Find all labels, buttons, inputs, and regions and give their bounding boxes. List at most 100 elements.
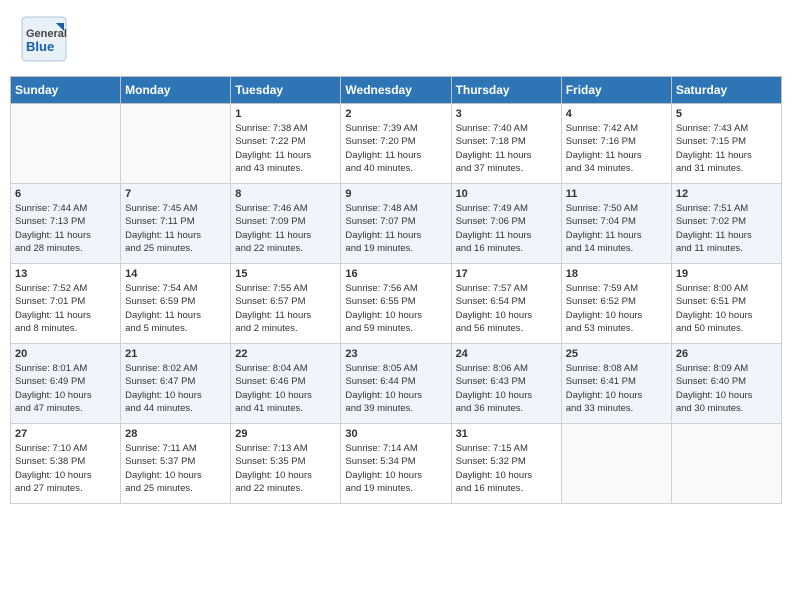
- day-info: Sunrise: 8:02 AMSunset: 6:47 PMDaylight:…: [125, 362, 226, 415]
- day-number: 9: [345, 188, 446, 200]
- calendar-cell: 20Sunrise: 8:01 AMSunset: 6:49 PMDayligh…: [11, 344, 121, 424]
- day-info: Sunrise: 8:06 AMSunset: 6:43 PMDaylight:…: [456, 362, 557, 415]
- calendar-cell: 26 Sunrise: 8:09 AMSunset: 6:40 PMDayligh…: [671, 344, 781, 424]
- day-info: Sunrise: 7:15 AMSunset: 5:32 PMDaylight:…: [456, 442, 557, 495]
- day-number: 22: [235, 348, 336, 360]
- calendar-cell: 25 Sunrise: 8:08 AMSunset: 6:41 PMDayligh…: [561, 344, 671, 424]
- day-info: Sunrise: 7:59 AMSunset: 6:52 PMDaylight:…: [566, 282, 667, 335]
- logo: General Blue: [20, 15, 68, 63]
- day-number: 2: [345, 108, 446, 120]
- day-number: 1: [235, 108, 336, 120]
- day-number: 18: [566, 268, 667, 280]
- day-info: Sunrise: 7:57 AMSunset: 6:54 PMDaylight:…: [456, 282, 557, 335]
- day-info: Sunrise: 7:40 AMSunset: 7:18 PMDaylight:…: [456, 122, 557, 175]
- day-number: 24: [456, 348, 557, 360]
- day-info: Sunrise: 7:13 AMSunset: 5:35 PMDaylight:…: [235, 442, 336, 495]
- day-number: 25: [566, 348, 667, 360]
- calendar-cell: 4 Sunrise: 7:42 AMSunset: 7:16 PMDaylight…: [561, 104, 671, 184]
- day-info: Sunrise: 7:43 AMSunset: 7:15 PMDaylight:…: [676, 122, 777, 175]
- calendar-cell: [561, 424, 671, 504]
- day-number: 30: [345, 428, 446, 440]
- calendar-cell: 12Sunrise: 7:51 AMSunset: 7:02 PMDayligh…: [671, 184, 781, 264]
- calendar-cell: 16Sunrise: 7:56 AMSunset: 6:55 PMDayligh…: [341, 264, 451, 344]
- day-info: Sunrise: 7:52 AMSunset: 7:01 PMDaylight:…: [15, 282, 116, 335]
- col-header-tuesday: Tuesday: [231, 77, 341, 104]
- day-info: Sunrise: 7:14 AMSunset: 5:34 PMDaylight:…: [345, 442, 446, 495]
- calendar-cell: 30 Sunrise: 7:14 AMSunset: 5:34 PMDayligh…: [341, 424, 451, 504]
- calendar-table: SundayMondayTuesdayWednesdayThursdayFrid…: [10, 76, 782, 504]
- calendar-cell: 15 Sunrise: 7:55 AMSunset: 6:57 PMDayligh…: [231, 264, 341, 344]
- day-number: 4: [566, 108, 667, 120]
- day-number: 3: [456, 108, 557, 120]
- calendar-cell: 18 Sunrise: 7:59 AMSunset: 6:52 PMDayligh…: [561, 264, 671, 344]
- calendar-week-row: 6Sunrise: 7:44 AMSunset: 7:13 PMDaylight…: [11, 184, 782, 264]
- day-number: 21: [125, 348, 226, 360]
- day-number: 10: [456, 188, 557, 200]
- day-info: Sunrise: 7:54 AMSunset: 6:59 PMDaylight:…: [125, 282, 226, 335]
- day-info: Sunrise: 7:45 AMSunset: 7:11 PMDaylight:…: [125, 202, 226, 255]
- calendar-cell: [121, 104, 231, 184]
- day-number: 17: [456, 268, 557, 280]
- day-info: Sunrise: 8:05 AMSunset: 6:44 PMDaylight:…: [345, 362, 446, 415]
- calendar-cell: 14Sunrise: 7:54 AMSunset: 6:59 PMDayligh…: [121, 264, 231, 344]
- day-number: 15: [235, 268, 336, 280]
- col-header-friday: Friday: [561, 77, 671, 104]
- calendar-cell: 31 Sunrise: 7:15 AMSunset: 5:32 PMDayligh…: [451, 424, 561, 504]
- day-info: Sunrise: 7:56 AMSunset: 6:55 PMDaylight:…: [345, 282, 446, 335]
- day-number: 13: [15, 268, 116, 280]
- day-info: Sunrise: 7:38 AMSunset: 7:22 PMDaylight:…: [235, 122, 336, 175]
- day-number: 28: [125, 428, 226, 440]
- calendar-cell: 9 Sunrise: 7:48 AMSunset: 7:07 PMDaylight…: [341, 184, 451, 264]
- day-info: Sunrise: 7:44 AMSunset: 7:13 PMDaylight:…: [15, 202, 116, 255]
- day-number: 20: [15, 348, 116, 360]
- calendar-cell: 11Sunrise: 7:50 AMSunset: 7:04 PMDayligh…: [561, 184, 671, 264]
- day-number: 19: [676, 268, 777, 280]
- calendar-cell: 21 Sunrise: 8:02 AMSunset: 6:47 PMDayligh…: [121, 344, 231, 424]
- calendar-week-row: 27Sunrise: 7:10 AMSunset: 5:38 PMDayligh…: [11, 424, 782, 504]
- calendar-cell: 3 Sunrise: 7:40 AMSunset: 7:18 PMDaylight…: [451, 104, 561, 184]
- calendar-week-row: 20Sunrise: 8:01 AMSunset: 6:49 PMDayligh…: [11, 344, 782, 424]
- day-number: 29: [235, 428, 336, 440]
- day-number: 23: [345, 348, 446, 360]
- calendar-cell: 24 Sunrise: 8:06 AMSunset: 6:43 PMDayligh…: [451, 344, 561, 424]
- day-number: 7: [125, 188, 226, 200]
- day-info: Sunrise: 7:42 AMSunset: 7:16 PMDaylight:…: [566, 122, 667, 175]
- calendar-cell: 13 Sunrise: 7:52 AMSunset: 7:01 PMDayligh…: [11, 264, 121, 344]
- day-info: Sunrise: 7:55 AMSunset: 6:57 PMDaylight:…: [235, 282, 336, 335]
- calendar-header-row: SundayMondayTuesdayWednesdayThursdayFrid…: [11, 77, 782, 104]
- calendar-cell: 19 Sunrise: 8:00 AMSunset: 6:51 PMDayligh…: [671, 264, 781, 344]
- day-info: Sunrise: 7:50 AMSunset: 7:04 PMDaylight:…: [566, 202, 667, 255]
- col-header-wednesday: Wednesday: [341, 77, 451, 104]
- day-info: Sunrise: 8:08 AMSunset: 6:41 PMDaylight:…: [566, 362, 667, 415]
- calendar-cell: 10 Sunrise: 7:49 AMSunset: 7:06 PMDayligh…: [451, 184, 561, 264]
- svg-text:Blue: Blue: [26, 39, 54, 54]
- day-number: 8: [235, 188, 336, 200]
- col-header-monday: Monday: [121, 77, 231, 104]
- day-info: Sunrise: 7:11 AMSunset: 5:37 PMDaylight:…: [125, 442, 226, 495]
- day-info: Sunrise: 7:49 AMSunset: 7:06 PMDaylight:…: [456, 202, 557, 255]
- calendar-cell: [11, 104, 121, 184]
- calendar-cell: 17 Sunrise: 7:57 AMSunset: 6:54 PMDayligh…: [451, 264, 561, 344]
- day-number: 26: [676, 348, 777, 360]
- calendar-cell: 1 Sunrise: 7:38 AMSunset: 7:22 PMDaylight…: [231, 104, 341, 184]
- col-header-thursday: Thursday: [451, 77, 561, 104]
- day-number: 12: [676, 188, 777, 200]
- day-number: 27: [15, 428, 116, 440]
- calendar-cell: 29 Sunrise: 7:13 AMSunset: 5:35 PMDayligh…: [231, 424, 341, 504]
- day-info: Sunrise: 8:04 AMSunset: 6:46 PMDaylight:…: [235, 362, 336, 415]
- calendar-cell: 6Sunrise: 7:44 AMSunset: 7:13 PMDaylight…: [11, 184, 121, 264]
- calendar-cell: 28 Sunrise: 7:11 AMSunset: 5:37 PMDayligh…: [121, 424, 231, 504]
- day-info: Sunrise: 8:00 AMSunset: 6:51 PMDaylight:…: [676, 282, 777, 335]
- calendar-cell: 2 Sunrise: 7:39 AMSunset: 7:20 PMDaylight…: [341, 104, 451, 184]
- day-info: Sunrise: 7:39 AMSunset: 7:20 PMDaylight:…: [345, 122, 446, 175]
- calendar-cell: 7 Sunrise: 7:45 AMSunset: 7:11 PMDaylight…: [121, 184, 231, 264]
- day-info: Sunrise: 7:48 AMSunset: 7:07 PMDaylight:…: [345, 202, 446, 255]
- calendar-week-row: 1 Sunrise: 7:38 AMSunset: 7:22 PMDaylight…: [11, 104, 782, 184]
- calendar-week-row: 13 Sunrise: 7:52 AMSunset: 7:01 PMDayligh…: [11, 264, 782, 344]
- col-header-sunday: Sunday: [11, 77, 121, 104]
- col-header-saturday: Saturday: [671, 77, 781, 104]
- calendar-cell: [671, 424, 781, 504]
- day-number: 31: [456, 428, 557, 440]
- day-info: Sunrise: 8:09 AMSunset: 6:40 PMDaylight:…: [676, 362, 777, 415]
- calendar-cell: 8Sunrise: 7:46 AMSunset: 7:09 PMDaylight…: [231, 184, 341, 264]
